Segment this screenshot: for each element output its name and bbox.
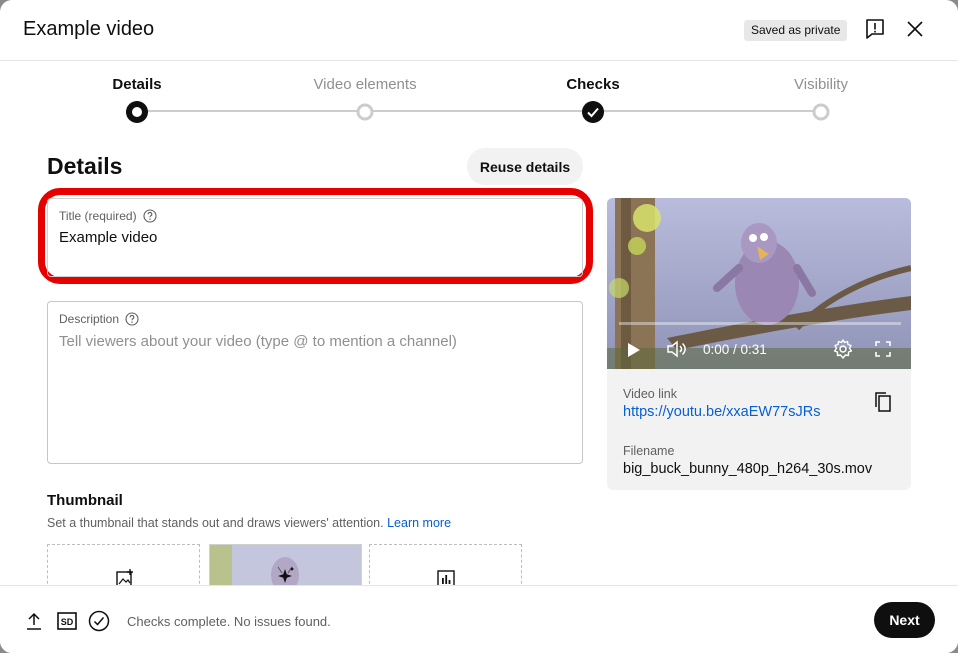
video-time: 0:00 / 0:31	[703, 342, 767, 357]
title-field-label: Title (required)	[59, 209, 157, 223]
play-icon[interactable]	[627, 342, 641, 358]
checks-status-text: Checks complete. No issues found.	[127, 614, 331, 629]
details-heading: Details	[47, 153, 123, 179]
reuse-details-button[interactable]: Reuse details	[467, 148, 583, 185]
step-video-elements[interactable]: Video elements	[285, 76, 445, 121]
description-input[interactable]: Tell viewers about your video (type @ to…	[59, 333, 457, 350]
step-label: Details	[112, 76, 162, 93]
dialog-title: Example video	[23, 18, 155, 40]
title-input[interactable]: Example video	[59, 229, 157, 246]
stepper-track	[137, 110, 821, 112]
video-player[interactable]: 0:00 / 0:31	[607, 198, 911, 369]
step-checks[interactable]: Checks	[513, 76, 673, 123]
video-progress-bar[interactable]	[619, 322, 901, 325]
video-link-label: Video link	[623, 387, 677, 401]
checks-status-button[interactable]	[88, 610, 110, 632]
thumbnail-heading: Thumbnail	[47, 492, 123, 509]
step-visibility[interactable]: Visibility	[741, 76, 901, 121]
upload-icon	[27, 612, 41, 630]
thumbnail-subtitle: Set a thumbnail that stands out and draw…	[47, 516, 451, 530]
step-active-dot-icon	[126, 101, 148, 123]
step-label: Visibility	[794, 76, 848, 93]
video-link[interactable]: https://youtu.be/xxaEW77sJRs	[623, 404, 820, 420]
close-icon	[907, 21, 923, 37]
title-field[interactable]: Title (required) Example video	[47, 198, 583, 277]
copy-icon[interactable]	[871, 390, 895, 414]
saved-status-badge: Saved as private	[744, 20, 848, 41]
next-button[interactable]: Next	[874, 602, 935, 638]
description-field-label: Description	[59, 312, 139, 326]
sd-badge-icon: SD	[57, 612, 77, 630]
help-icon[interactable]	[143, 209, 157, 223]
dialog-footer: SD Checks complete. No issues found. Nex…	[0, 585, 958, 653]
filename-value: big_buck_bunny_480p_h264_30s.mov	[623, 461, 873, 477]
feedback-button[interactable]	[863, 17, 887, 41]
volume-icon[interactable]	[667, 340, 687, 358]
description-field[interactable]: Description Tell viewers about your vide…	[47, 301, 583, 464]
settings-gear-icon[interactable]	[833, 339, 853, 359]
test-compare-thumbnail-option[interactable]	[369, 544, 522, 589]
help-icon[interactable]	[125, 312, 139, 326]
step-label: Video elements	[313, 76, 417, 93]
upload-thumbnail-option[interactable]	[47, 544, 200, 589]
title-label-text: Title (required)	[59, 209, 137, 223]
step-done-check-icon	[582, 101, 604, 123]
processing-status-button[interactable]: SD	[56, 610, 78, 632]
video-preview-card: 0:00 / 0:31 Video link https://youtu.be/…	[607, 198, 911, 490]
upload-status-button[interactable]	[23, 610, 45, 632]
step-label: Checks	[566, 76, 620, 93]
upload-dialog: Example video Saved as private Details V…	[0, 0, 958, 653]
auto-generated-thumbnail	[210, 545, 361, 588]
step-pending-dot-icon	[356, 103, 374, 121]
auto-thumbnail-option[interactable]	[209, 544, 362, 589]
step-details[interactable]: Details	[57, 76, 217, 123]
feedback-icon	[866, 19, 884, 39]
learn-more-link[interactable]: Learn more	[387, 516, 451, 530]
filename-label: Filename	[623, 444, 675, 458]
step-pending-dot-icon	[812, 103, 830, 121]
check-circle-icon	[88, 610, 110, 632]
description-label-text: Description	[59, 312, 120, 326]
sd-badge-text: SD	[61, 617, 74, 627]
close-button[interactable]	[903, 17, 927, 41]
dialog-header: Example video Saved as private	[0, 0, 958, 61]
thumbnail-subtitle-text: Set a thumbnail that stands out and draw…	[47, 516, 384, 530]
fullscreen-icon[interactable]	[875, 341, 891, 357]
